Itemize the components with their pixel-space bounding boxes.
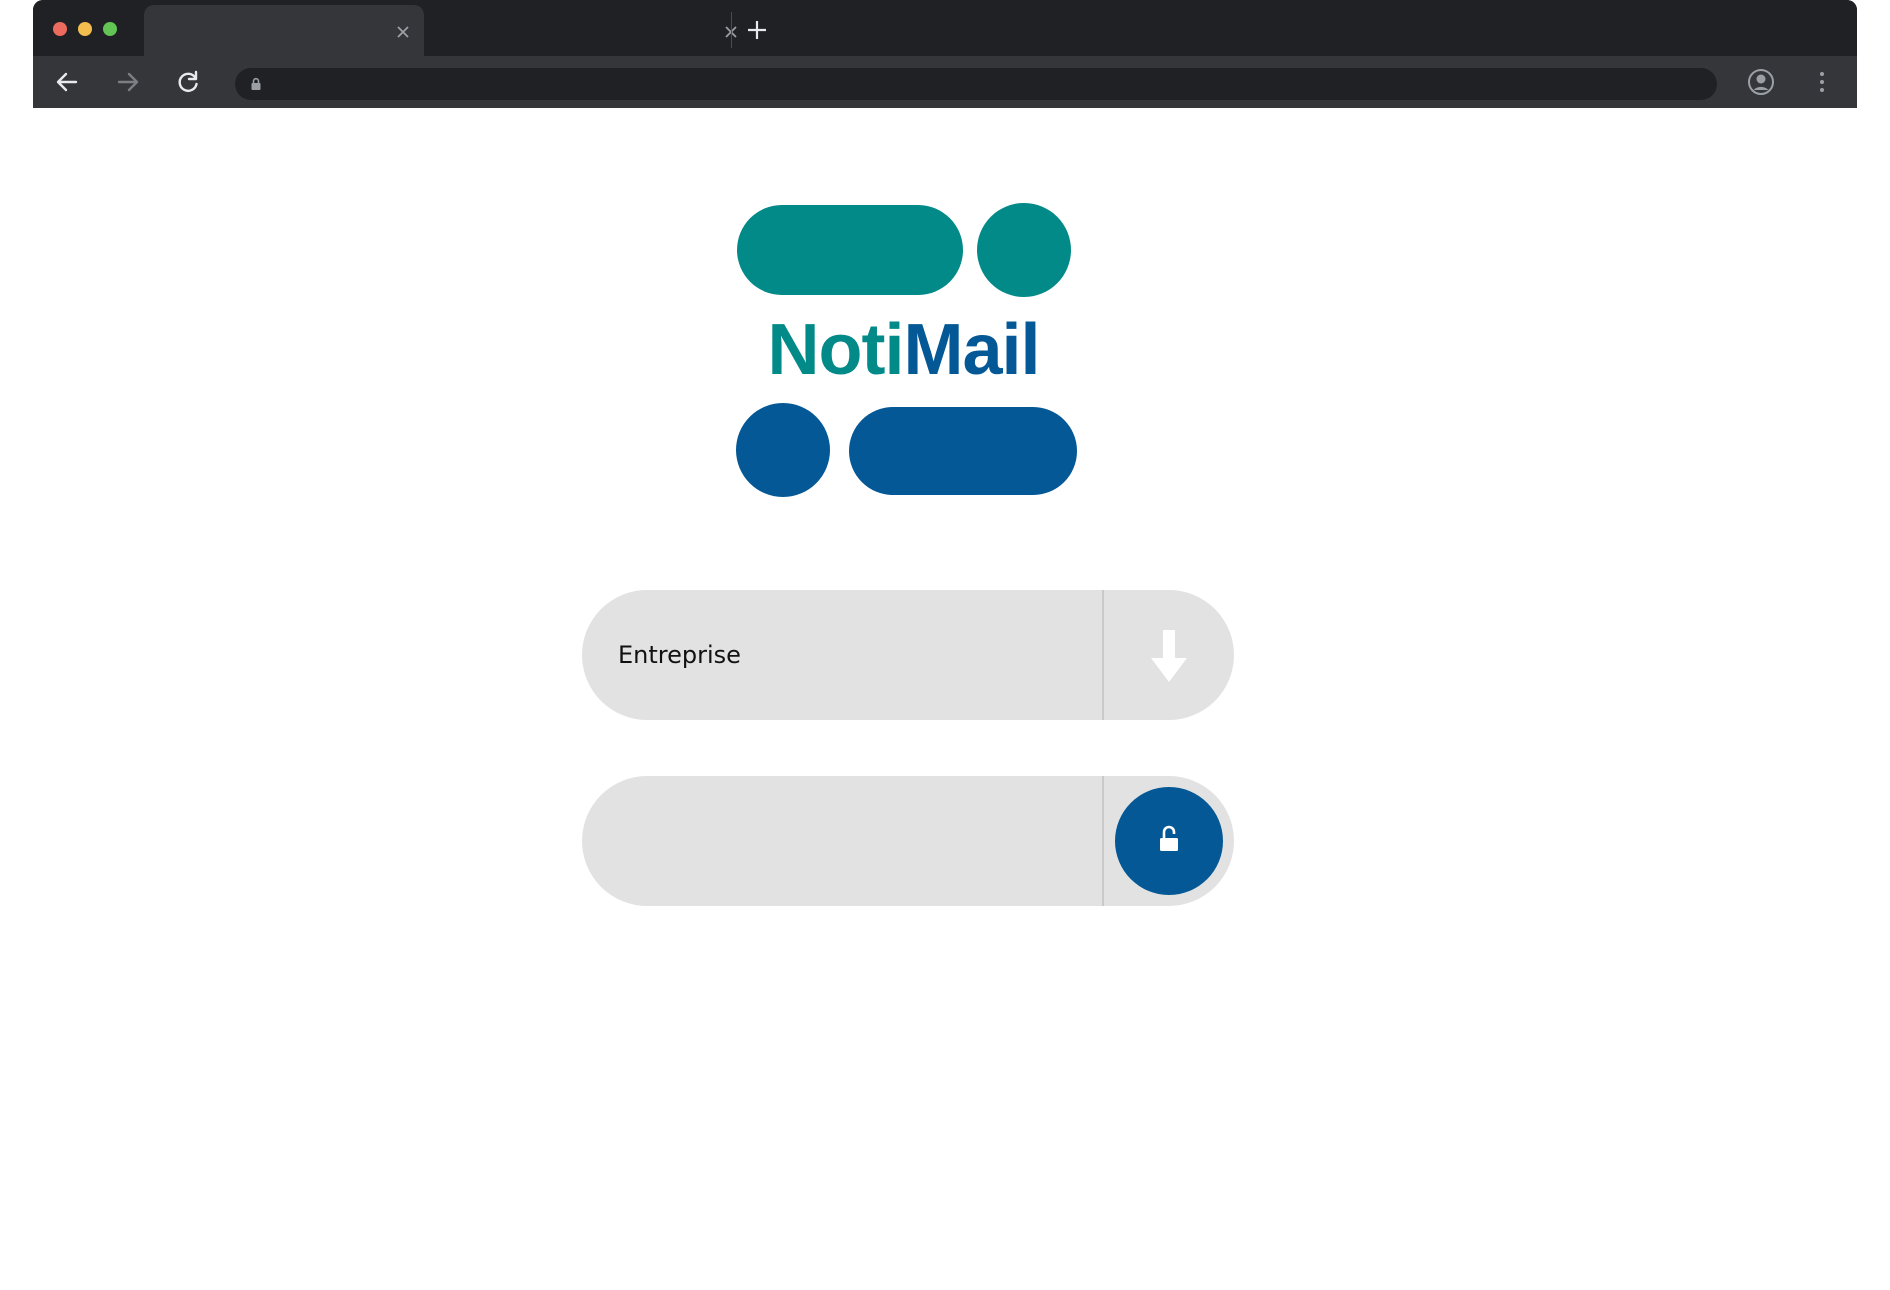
forward-arrow-icon[interactable]	[114, 68, 142, 96]
tab-active[interactable]	[144, 5, 424, 56]
password-input[interactable]	[618, 811, 1082, 873]
browser-toolbar	[33, 56, 1857, 108]
browser-window	[33, 0, 1857, 108]
profile-icon[interactable]	[1746, 67, 1776, 97]
lock-icon	[249, 77, 263, 91]
logo-blue-pill	[849, 407, 1077, 495]
tab-strip	[33, 0, 1857, 56]
logo-teal-pill	[737, 205, 963, 295]
logo-wordmark: NotiMail	[730, 310, 1077, 390]
address-bar[interactable]	[235, 68, 1717, 102]
logo-word-noti: Noti	[767, 310, 905, 390]
company-select[interactable]: Entreprise	[582, 590, 1234, 720]
more-vertical-icon[interactable]	[1808, 68, 1836, 96]
logo-teal-dot	[977, 203, 1071, 297]
password-field[interactable]	[582, 776, 1234, 906]
reload-icon[interactable]	[174, 68, 202, 96]
notimail-logo: NotiMail	[730, 200, 1080, 500]
unlock-button[interactable]	[1115, 787, 1223, 895]
arrow-down-icon	[1151, 630, 1187, 682]
logo-blue-dot	[736, 403, 830, 497]
logo-word-mail: Mail	[903, 310, 1040, 390]
close-window-button[interactable]	[53, 22, 67, 36]
minimize-window-button[interactable]	[78, 22, 92, 36]
plus-icon[interactable]	[745, 18, 769, 42]
tab-separator	[731, 12, 732, 48]
company-select-value: Entreprise	[618, 641, 741, 669]
close-icon[interactable]	[394, 23, 412, 41]
tab-inactive[interactable]	[424, 5, 770, 56]
field-divider	[1102, 776, 1104, 906]
unlock-icon	[1160, 825, 1178, 851]
back-arrow-icon[interactable]	[53, 68, 81, 96]
maximize-window-button[interactable]	[103, 22, 117, 36]
company-dropdown-button[interactable]	[1104, 590, 1234, 720]
address-input[interactable]	[273, 68, 1697, 102]
